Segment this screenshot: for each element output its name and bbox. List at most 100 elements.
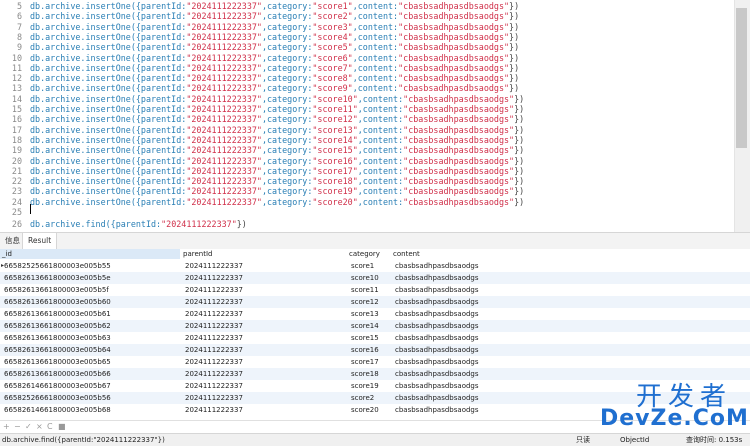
- cell-id[interactable]: 66582526661800003e005b56: [0, 392, 180, 404]
- cell-content[interactable]: cbasbsadhpasdbsaodgs: [391, 368, 571, 380]
- column-header-parentid[interactable]: parentId: [181, 249, 346, 259]
- code-key: ,content:: [358, 145, 403, 155]
- table-row[interactable]: 66582613661800003e005b622024111222337sco…: [0, 320, 750, 332]
- cell-id[interactable]: 66582613661800003e005b61: [0, 308, 180, 320]
- code-key: ,content:: [358, 186, 403, 196]
- code-punct: }): [514, 166, 524, 176]
- cell-content[interactable]: cbasbsadhpasdbsaodgs: [391, 260, 571, 272]
- cell-category[interactable]: score1: [347, 260, 390, 272]
- cell-content[interactable]: cbasbsadhpasdbsaodgs: [391, 308, 571, 320]
- cell-content[interactable]: cbasbsadhpasdbsaodgs: [391, 296, 571, 308]
- code-key: ,category:: [262, 135, 312, 145]
- cell-parentid[interactable]: 2024111222337: [181, 392, 346, 404]
- tab-result[interactable]: Result: [22, 233, 57, 249]
- line-number: 19: [0, 145, 22, 155]
- cell-content[interactable]: cbasbsadhpasdbsaodgs: [391, 392, 571, 404]
- code-punct: }): [509, 1, 519, 11]
- code-call: db.archive.insertOne({parentId:: [30, 73, 186, 83]
- cell-content[interactable]: cbasbsadhpasdbsaodgs: [391, 272, 571, 284]
- cell-category[interactable]: score10: [347, 272, 390, 284]
- cell-category[interactable]: score12: [347, 296, 390, 308]
- cell-content[interactable]: cbasbsadhpasdbsaodgs: [391, 320, 571, 332]
- column-header-content[interactable]: content: [391, 249, 531, 259]
- cell-parentid[interactable]: 2024111222337: [181, 380, 346, 392]
- cell-parentid[interactable]: 2024111222337: [181, 308, 346, 320]
- cell-content[interactable]: cbasbsadhpasdbsaodgs: [391, 332, 571, 344]
- cell-id[interactable]: 66582613661800003e005b60: [0, 296, 180, 308]
- code-punct: }): [509, 73, 519, 83]
- code-punct: }): [509, 63, 519, 73]
- cell-content[interactable]: cbasbsadhpasdbsaodgs: [391, 344, 571, 356]
- code-string: "cbasbsadhpasdbsaodgs": [398, 63, 509, 73]
- cell-parentid[interactable]: 2024111222337: [181, 296, 346, 308]
- cell-id[interactable]: 66582614661800003e005b67: [0, 380, 180, 392]
- code-key: ,category:: [262, 156, 312, 166]
- line-number: 7: [0, 22, 22, 32]
- column-header-category[interactable]: category: [347, 249, 390, 259]
- cell-parentid[interactable]: 2024111222337: [181, 368, 346, 380]
- code-string: "cbasbsadhpasdbsaodgs": [398, 83, 509, 93]
- cell-parentid[interactable]: 2024111222337: [181, 260, 346, 272]
- cell-id[interactable]: 66582613661800003e005b5f: [0, 284, 180, 296]
- code-text: db.archive.insertOne({parentId:"20241112…: [30, 11, 519, 21]
- code-call: db.archive.find({parentId:: [30, 219, 161, 229]
- code-key: ,content:: [353, 1, 398, 11]
- cell-content[interactable]: cbasbsadhpasdbsaodgs: [391, 356, 571, 368]
- cell-parentid[interactable]: 2024111222337: [181, 272, 346, 284]
- column-header-id[interactable]: _id: [0, 249, 180, 259]
- code-key: ,content:: [358, 114, 403, 124]
- cell-id[interactable]: 66582613661800003e005b66: [0, 368, 180, 380]
- cell-id[interactable]: 66582613661800003e005b65: [0, 356, 180, 368]
- cell-parentid[interactable]: 2024111222337: [181, 320, 346, 332]
- cell-category[interactable]: score20: [347, 404, 390, 416]
- table-row[interactable]: 66582613661800003e005b602024111222337sco…: [0, 296, 750, 308]
- cell-category[interactable]: score18: [347, 368, 390, 380]
- cell-parentid[interactable]: 2024111222337: [181, 344, 346, 356]
- code-key: ,category:: [262, 53, 312, 63]
- cell-content[interactable]: cbasbsadhpasdbsaodgs: [391, 380, 571, 392]
- add-record-button[interactable]: +: [3, 421, 10, 433]
- code-editor[interactable]: 5db.archive.insertOne({parentId:"2024111…: [0, 0, 750, 232]
- cell-category[interactable]: score15: [347, 332, 390, 344]
- cell-category[interactable]: score17: [347, 356, 390, 368]
- line-number: 11: [0, 63, 22, 73]
- cell-id[interactable]: 66582614661800003e005b68: [0, 404, 180, 416]
- code-punct: }): [509, 42, 519, 52]
- table-row[interactable]: ▸66582525661800003e005b552024111222337sc…: [0, 260, 750, 272]
- cell-parentid[interactable]: 2024111222337: [181, 404, 346, 416]
- refresh-icon[interactable]: C: [47, 421, 53, 433]
- code-string: "cbasbsadhpasdbsaodgs": [403, 156, 514, 166]
- cell-content[interactable]: cbasbsadhpasdbsaodgs: [391, 284, 571, 296]
- cell-id[interactable]: 66582525661800003e005b55: [0, 260, 180, 272]
- delete-record-button[interactable]: −: [14, 421, 21, 433]
- table-row[interactable]: 66582613661800003e005b5e2024111222337sco…: [0, 272, 750, 284]
- code-string: "cbasbsadhpasdbsaodgs": [403, 135, 514, 145]
- code-string: "score16": [312, 156, 357, 166]
- table-row[interactable]: 66582613661800003e005b632024111222337sco…: [0, 332, 750, 344]
- cell-category[interactable]: score2: [347, 392, 390, 404]
- cell-category[interactable]: score13: [347, 308, 390, 320]
- code-string: "score1": [312, 1, 352, 11]
- table-row[interactable]: 66582613661800003e005b652024111222337sco…: [0, 356, 750, 368]
- cell-category[interactable]: score16: [347, 344, 390, 356]
- cell-category[interactable]: score14: [347, 320, 390, 332]
- cell-id[interactable]: 66582613661800003e005b63: [0, 332, 180, 344]
- code-key: ,category:: [262, 42, 312, 52]
- table-row[interactable]: 66582613661800003e005b612024111222337sco…: [0, 308, 750, 320]
- cell-parentid[interactable]: 2024111222337: [181, 332, 346, 344]
- cell-content[interactable]: cbasbsadhpasdbsaodgs: [391, 404, 571, 416]
- cell-parentid[interactable]: 2024111222337: [181, 356, 346, 368]
- apply-changes-button[interactable]: ✓: [25, 421, 32, 433]
- stop-icon[interactable]: ■: [58, 421, 66, 433]
- cell-id[interactable]: 66582613661800003e005b62: [0, 320, 180, 332]
- cell-category[interactable]: score19: [347, 380, 390, 392]
- editor-scrollbar-thumb[interactable]: [736, 8, 747, 148]
- table-row[interactable]: 66582613661800003e005b5f2024111222337sco…: [0, 284, 750, 296]
- code-call: db.archive.insertOne({parentId:: [30, 176, 186, 186]
- cell-parentid[interactable]: 2024111222337: [181, 284, 346, 296]
- cell-category[interactable]: score11: [347, 284, 390, 296]
- discard-changes-button[interactable]: ×: [36, 421, 43, 433]
- table-row[interactable]: 66582613661800003e005b642024111222337sco…: [0, 344, 750, 356]
- cell-id[interactable]: 66582613661800003e005b5e: [0, 272, 180, 284]
- cell-id[interactable]: 66582613661800003e005b64: [0, 344, 180, 356]
